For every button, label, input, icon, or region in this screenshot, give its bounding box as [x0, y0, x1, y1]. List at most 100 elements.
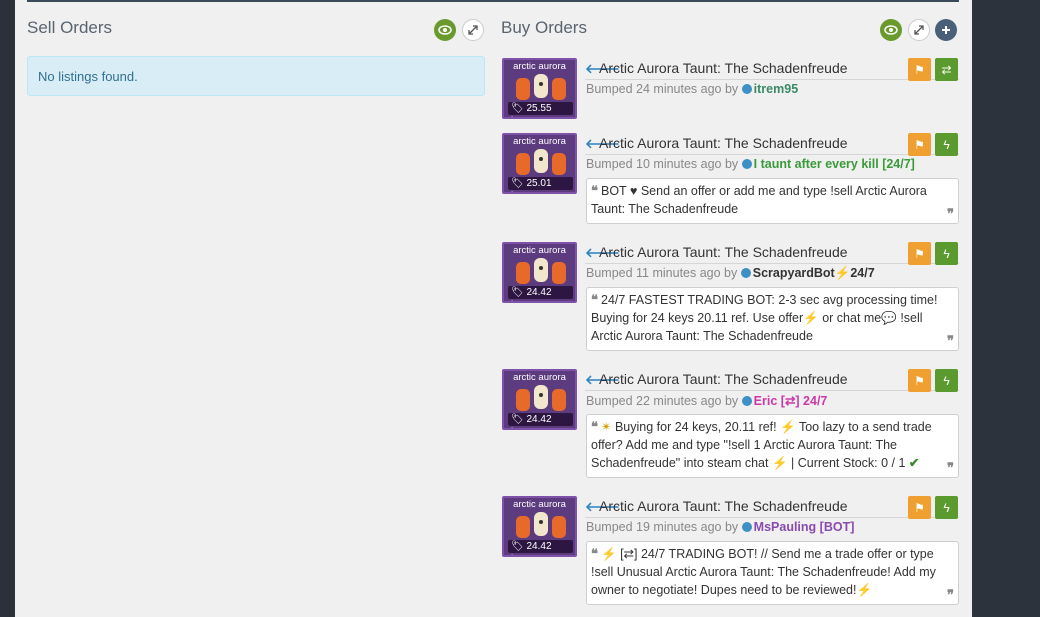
- lightning-icon: ϟ: [943, 137, 950, 152]
- listing-title-bar: 🡐 Arctic Aurora Taunt: The Schadenfreude…: [585, 496, 959, 519]
- quote-close-icon: ❞: [947, 206, 954, 221]
- buy-toggle-visibility-button[interactable]: [880, 19, 902, 41]
- taunt-art-icon: [516, 258, 566, 284]
- item-thumbnail[interactable]: arctic aurora 🏷 25.01 keys: [502, 133, 577, 194]
- comment-text: ] 24/7 TRADING BOT! // Send me a trade o…: [591, 547, 936, 597]
- quote-close-icon: ❞: [947, 460, 954, 475]
- instant-trade-button[interactable]: ϟ: [935, 369, 958, 392]
- flag-icon: ⚑: [914, 373, 925, 388]
- thumbnail-item-name: arctic aurora: [513, 499, 566, 510]
- price-tag: 🏷 24.42 keys: [508, 540, 573, 555]
- user-name-link[interactable]: MsPauling [BOT]: [754, 520, 855, 534]
- lightning-icon: ϟ: [943, 500, 950, 515]
- report-flag-button[interactable]: ⚑: [908, 133, 931, 156]
- buy-expand-button[interactable]: [908, 19, 930, 41]
- item-thumbnail[interactable]: arctic aurora 🏷 24.42 keys: [502, 496, 577, 557]
- add-buy-order-button[interactable]: [935, 19, 957, 41]
- listing-item: arctic aurora 🏷 25.55 keys 🡐 Arctic Auro…: [502, 58, 959, 120]
- listing-comment: ❝ 24/7 FASTEST TRADING BOT: 2-3 sec avg p…: [586, 287, 959, 351]
- trade-offer-button[interactable]: ⇄: [935, 58, 958, 81]
- report-flag-button[interactable]: ⚑: [908, 496, 931, 519]
- lightning-icon: ⚡: [601, 547, 617, 561]
- user-name-link[interactable]: Eric [⇄] 24/7: [754, 394, 828, 408]
- taunt-art-icon: [516, 74, 566, 100]
- background-right: [972, 0, 1040, 617]
- thumbnail-item-name: arctic aurora: [513, 372, 566, 383]
- swap-icon: ⇄: [623, 547, 635, 561]
- item-thumbnail[interactable]: arctic aurora 🏷 24.42 keys: [502, 242, 577, 303]
- eye-icon: [884, 25, 898, 35]
- thumbnail-item-name: arctic aurora: [513, 61, 566, 72]
- thumbnail-item-name: arctic aurora: [513, 136, 566, 147]
- user-name-part: 24/7: [850, 266, 875, 280]
- flag-icon: ⚑: [914, 62, 925, 77]
- bumped-text: Bumped 24 minutes ago by: [586, 82, 739, 96]
- item-name-link[interactable]: Arctic Aurora Taunt: The Schadenfreude: [599, 244, 848, 260]
- listing-item: arctic aurora 🏷 25.01 keys 🡐 Arctic Auro…: [502, 133, 959, 225]
- user-name-link[interactable]: I taunt after every kill [24/7]: [754, 157, 915, 171]
- quote-open-icon: ❝: [591, 419, 598, 434]
- listing-title-bar: 🡐 Arctic Aurora Taunt: The Schadenfreude…: [585, 133, 959, 156]
- price-value: 25.01 keys: [511, 178, 552, 192]
- price-value: 24.42 keys: [511, 541, 552, 555]
- instant-trade-button[interactable]: ϟ: [935, 133, 958, 156]
- status-dot-icon: [741, 159, 752, 169]
- price-value: 25.55 keys: [511, 103, 552, 117]
- swap-icon: ⇄: [941, 62, 952, 77]
- sell-toggle-visibility-button[interactable]: [434, 19, 456, 41]
- quote-open-icon: ❝: [591, 183, 598, 198]
- lightning-icon: ⚡: [771, 456, 788, 470]
- user-name-part: ] 24/7: [795, 394, 828, 408]
- flag-icon: ⚑: [914, 500, 925, 515]
- listing-comment: ❝ ✴ Buying for 24 keys, 20.11 ref! ⚡ Too …: [586, 414, 959, 478]
- user-name-part: Eric [: [753, 394, 785, 408]
- bumped-info: Bumped 11 minutes ago by ScrapyardBot⚡24…: [586, 266, 875, 281]
- price-tag: 🏷 24.42 keys: [508, 286, 573, 301]
- listing-title-bar: 🡐 Arctic Aurora Taunt: The Schadenfreude…: [585, 242, 959, 265]
- listing-item: arctic aurora 🏷 24.42 keys 🡐 Arctic Auro…: [502, 496, 959, 606]
- lightning-icon: ⚡: [856, 583, 873, 597]
- lightning-icon: ϟ: [943, 373, 950, 388]
- comment-text: or chat me: [818, 311, 882, 325]
- listing-item: arctic aurora 🏷 24.42 keys 🡐 Arctic Auro…: [502, 369, 959, 479]
- bumped-info: Bumped 22 minutes ago by Eric [⇄] 24/7: [586, 393, 827, 408]
- price-tag: 🏷 24.42 keys: [508, 413, 573, 428]
- expand-icon: [468, 25, 478, 35]
- item-name-link[interactable]: Arctic Aurora Taunt: The Schadenfreude: [599, 135, 848, 151]
- bumped-text: Bumped 11 minutes ago by: [586, 266, 738, 280]
- sparkle-icon: ✴: [601, 420, 612, 434]
- bumped-info: Bumped 19 minutes ago by MsPauling [BOT]: [586, 520, 854, 534]
- bumped-text: Bumped 19 minutes ago by: [586, 520, 739, 534]
- buy-orders-title: Buy Orders: [501, 18, 587, 37]
- thumbnail-item-name: arctic aurora: [513, 245, 566, 256]
- listing-comment: ❝ BOT ♥ Send an offer or add me and type …: [586, 178, 959, 224]
- instant-trade-button[interactable]: ϟ: [935, 496, 958, 519]
- quote-open-icon: ❝: [591, 292, 598, 307]
- lightning-icon: ⚡: [803, 311, 819, 325]
- item-thumbnail[interactable]: arctic aurora 🏷 25.55 keys: [502, 58, 577, 119]
- checkmark-icon: ✔: [908, 456, 920, 470]
- lightning-icon: ⚡: [780, 420, 796, 434]
- item-name-link[interactable]: Arctic Aurora Taunt: The Schadenfreude: [599, 371, 848, 387]
- quote-close-icon: ❞: [947, 587, 954, 602]
- item-name-link[interactable]: Arctic Aurora Taunt: The Schadenfreude: [599, 60, 848, 76]
- bumped-info: Bumped 24 minutes ago by itrem95: [586, 82, 798, 96]
- status-dot-icon: [741, 396, 752, 406]
- item-name-link[interactable]: Arctic Aurora Taunt: The Schadenfreude: [599, 498, 848, 514]
- user-name-link[interactable]: ScrapyardBot⚡24/7: [753, 266, 875, 280]
- lightning-icon: ⚡: [834, 266, 851, 280]
- status-dot-icon: [741, 522, 752, 532]
- report-flag-button[interactable]: ⚑: [908, 369, 931, 392]
- price-tag: 🏷 25.01 keys: [508, 177, 573, 192]
- report-flag-button[interactable]: ⚑: [908, 58, 931, 81]
- instant-trade-button[interactable]: ϟ: [935, 242, 958, 265]
- sell-expand-button[interactable]: [462, 19, 484, 41]
- report-flag-button[interactable]: ⚑: [908, 242, 931, 265]
- comment-text: | Current Stock: 0 / 1: [787, 456, 906, 470]
- top-divider: [27, 0, 959, 2]
- background-left: [0, 0, 15, 617]
- quote-open-icon: ❝: [591, 546, 598, 561]
- item-thumbnail[interactable]: arctic aurora 🏷 24.42 keys: [502, 369, 577, 430]
- taunt-art-icon: [516, 385, 566, 411]
- user-name-link[interactable]: itrem95: [754, 82, 798, 96]
